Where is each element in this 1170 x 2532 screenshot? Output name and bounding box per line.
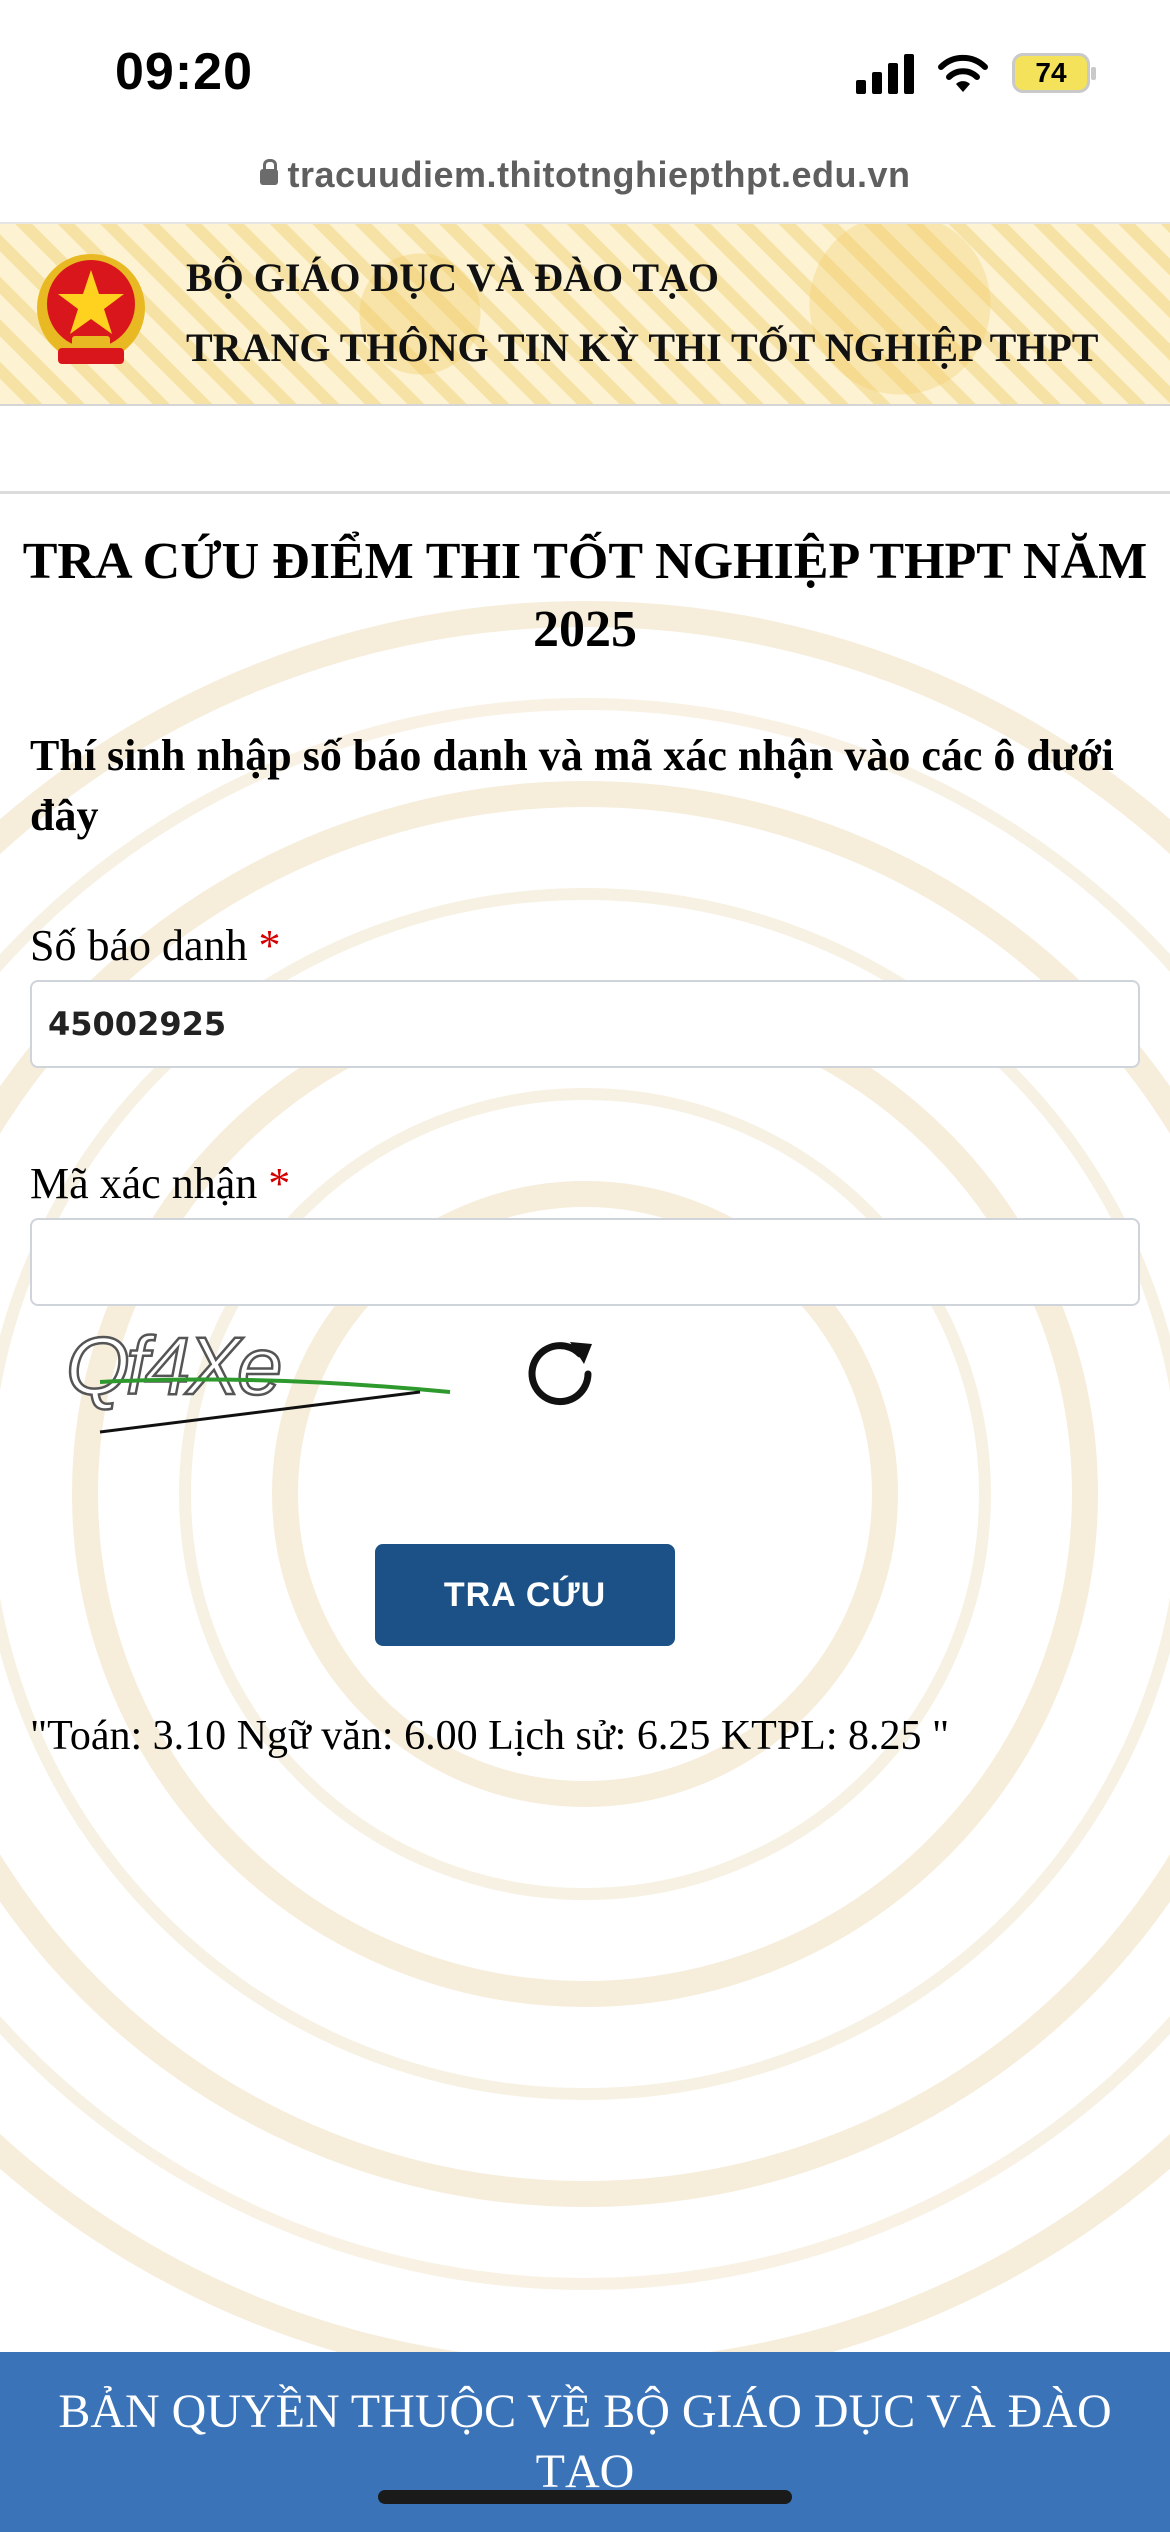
captcha-image: Qf4Xe [65, 1320, 451, 1434]
refresh-captcha-icon[interactable] [518, 1332, 602, 1416]
required-marker: * [268, 1159, 291, 1208]
status-time: 09:20 [115, 43, 253, 101]
candidate-id-input[interactable] [30, 980, 1140, 1068]
captcha-label-text: Mã xác nhận [30, 1159, 258, 1208]
captcha-input[interactable] [30, 1218, 1140, 1306]
copyright-text: BẢN QUYỀN THUỘC VỀ BỘ GIÁO DỤC VÀ ĐÀO TẠ… [58, 2385, 1112, 2498]
captcha-text: Qf4Xe [66, 1321, 280, 1412]
wifi-icon [938, 54, 988, 92]
lookup-button[interactable]: TRA CỨU [375, 1544, 675, 1646]
captcha-label: Mã xác nhận * [30, 1158, 290, 1209]
org-name: BỘ GIÁO DỤC VÀ ĐÀO TẠO [186, 255, 720, 300]
page-title: TRA CỨU ĐIỂM THI TỐT NGHIỆP THPT NĂM 202… [22, 533, 1148, 658]
site-name: TRANG THÔNG TIN KỲ THI TỐT NGHIỆP THPT [186, 325, 1099, 370]
required-marker: * [258, 921, 281, 970]
candidate-id-label-text: Số báo danh [30, 921, 248, 970]
battery-level: 74 [1035, 57, 1067, 88]
candidate-id-label: Số báo danh * [30, 920, 281, 971]
footer: BẢN QUYỀN THUỘC VỀ BỘ GIÁO DỤC VÀ ĐÀO TẠ… [0, 2352, 1170, 2532]
site-banner: BỘ GIÁO DỤC VÀ ĐÀO TẠO TRANG THÔNG TIN K… [0, 222, 1170, 406]
address-bar[interactable]: tracuudiem.thitotnghiepthpt.edu.vn [0, 130, 1170, 220]
main-content: TRA CỨU ĐIỂM THI TỐT NGHIỆP THPT NĂM 202… [0, 494, 1170, 2352]
battery-charging-icon: 74 [1012, 53, 1096, 93]
national-emblem-icon [37, 254, 145, 364]
score-result: "Toán: 3.10 Ngữ văn: 6.00 Lịch sử: 6.25 … [30, 1713, 950, 1759]
nav-strip [0, 406, 1170, 494]
lock-icon [259, 159, 278, 185]
status-bar: 09:20 74 [0, 0, 1170, 140]
url-text: tracuudiem.thitotnghiepthpt.edu.vn [287, 154, 911, 195]
home-indicator[interactable] [378, 2490, 792, 2504]
status-icons: 74 [856, 52, 1096, 94]
instruction-text: Thí sinh nhập số báo danh và mã xác nhận… [30, 731, 1114, 840]
cellular-signal-icon [856, 52, 914, 94]
